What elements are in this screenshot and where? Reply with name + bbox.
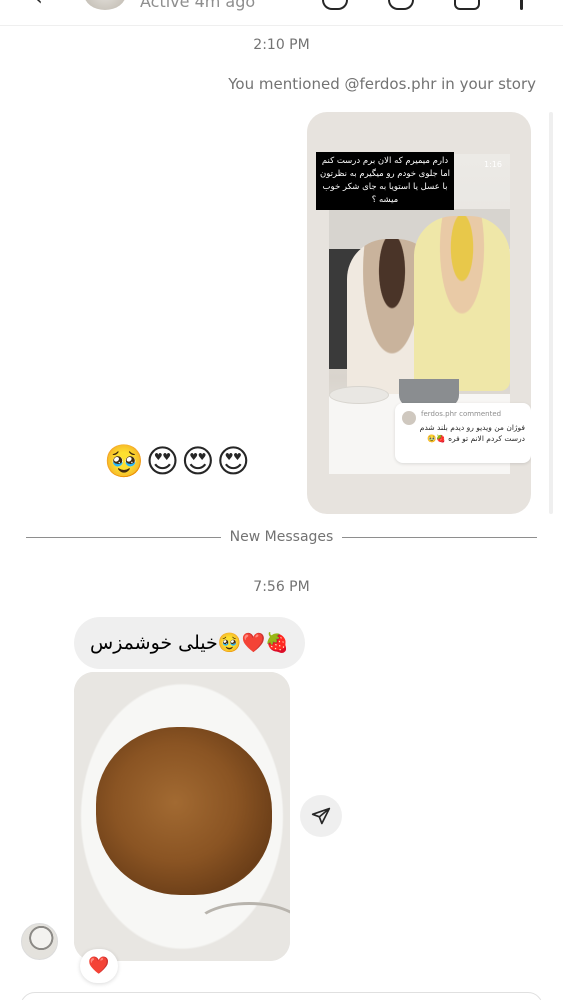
story-duration: 1:16	[484, 160, 502, 169]
back-arrow-icon[interactable]: ‹	[34, 0, 43, 11]
story-plate	[329, 386, 389, 404]
audio-call-icon[interactable]	[322, 0, 348, 10]
story-mention-note: You mentioned @ferdos.phr in your story	[228, 75, 536, 93]
heart-reaction-badge[interactable]: ❤️	[80, 949, 118, 983]
chat-header: ‹ Active 4m ago	[0, 0, 563, 26]
share-button[interactable]	[300, 795, 342, 837]
comment-text: فوژان من ویدیو رو دیدم بلند شدم درست کرد…	[419, 423, 525, 443]
video-call-icon[interactable]	[388, 0, 414, 10]
message-bubble[interactable]: خیلی خوشمزس🥹❤️🍓	[74, 617, 305, 669]
contact-avatar[interactable]	[84, 0, 126, 10]
header-actions	[322, 0, 523, 10]
photo-message[interactable]	[74, 672, 290, 961]
photo-cake	[96, 727, 272, 895]
story-caption: دارم میمیرم که الان برم درست کنم اما جلو…	[316, 152, 454, 210]
emoji-reaction-message[interactable]: 🥹😍😍😍	[104, 442, 252, 480]
scroll-indicator	[549, 112, 553, 514]
story-mention-card[interactable]: 1:16 دارم میمیرم که الان برم درست کنم ام…	[307, 112, 531, 514]
message-composer[interactable]	[20, 992, 543, 1000]
timestamp: 7:56 PM	[253, 579, 310, 595]
story-comment-card: ferdos.phr commented فوژان من ویدیو رو د…	[395, 403, 531, 463]
story-person-right	[414, 216, 510, 391]
flag-icon[interactable]	[454, 0, 480, 10]
send-icon	[311, 807, 331, 825]
sender-avatar[interactable]	[21, 923, 58, 960]
timestamp: 2:10 PM	[253, 37, 310, 53]
contact-status: Active 4m ago	[140, 0, 256, 11]
divider-right	[342, 537, 537, 538]
comment-header: ferdos.phr commented	[421, 410, 502, 418]
info-icon[interactable]	[520, 0, 523, 10]
